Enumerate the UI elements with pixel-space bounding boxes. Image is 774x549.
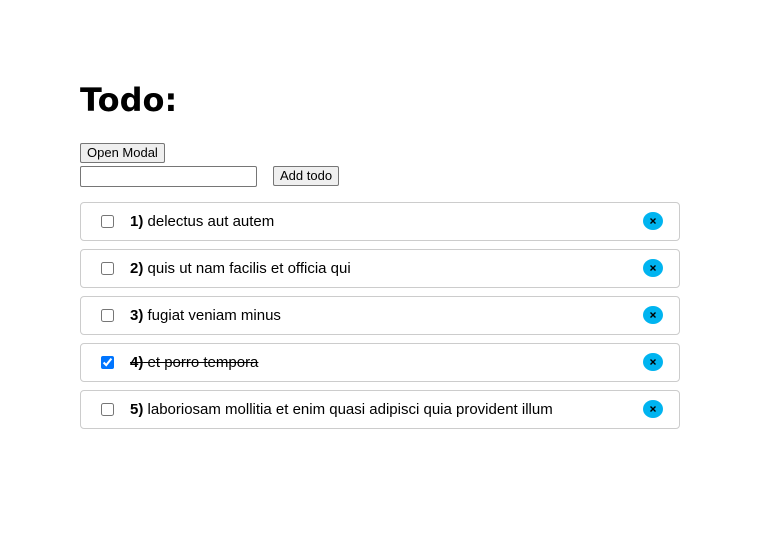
close-icon (650, 406, 656, 412)
todo-item: 4) et porro tempora (80, 343, 680, 382)
todo-number: 1) (130, 213, 144, 230)
todo-number: 5) (130, 401, 144, 418)
todo-text: 3) fugiat veniam minus (130, 307, 281, 324)
todo-label: fugiat veniam minus (147, 307, 281, 324)
delete-todo-button[interactable] (643, 353, 663, 371)
todo-item: 2) quis ut nam facilis et officia qui (80, 249, 680, 288)
todo-checkbox[interactable] (101, 403, 114, 416)
page: Todo: Open Modal Add todo 1) delectus au… (0, 0, 774, 549)
todo-number: 4) (130, 354, 144, 371)
close-icon (650, 265, 656, 271)
delete-todo-button[interactable] (643, 306, 663, 324)
todo-number: 3) (130, 307, 144, 324)
todo-item: 5) laboriosam mollitia et enim quasi adi… (80, 390, 680, 429)
todo-text: 2) quis ut nam facilis et officia qui (130, 260, 351, 277)
todo-checkbox[interactable] (101, 356, 114, 369)
delete-todo-button[interactable] (643, 259, 663, 277)
controls: Open Modal Add todo (80, 142, 680, 187)
todo-text: 5) laboriosam mollitia et enim quasi adi… (130, 401, 553, 418)
todo-label: quis ut nam facilis et officia qui (147, 260, 351, 277)
todo-label: et porro tempora (147, 354, 259, 371)
todo-item: 3) fugiat veniam minus (80, 296, 680, 335)
todo-text: 4) et porro tempora (130, 354, 258, 371)
add-todo-row: Add todo (80, 165, 680, 187)
add-todo-button[interactable]: Add todo (273, 166, 340, 186)
close-icon (650, 359, 656, 365)
todo-label: delectus aut autem (147, 213, 275, 230)
todo-input[interactable] (80, 165, 257, 187)
todo-list: 1) delectus aut autem 2) quis ut nam fac… (80, 202, 680, 429)
delete-todo-button[interactable] (643, 400, 663, 418)
todo-label: laboriosam mollitia et enim quasi adipis… (147, 401, 553, 418)
open-modal-button[interactable]: Open Modal (80, 143, 165, 163)
close-icon (650, 312, 656, 318)
todo-app: Todo: Open Modal Add todo 1) delectus au… (80, 80, 680, 437)
todo-checkbox[interactable] (101, 262, 114, 275)
page-title: Todo: (80, 81, 178, 119)
todo-checkbox[interactable] (101, 215, 114, 228)
close-icon (650, 218, 656, 224)
todo-number: 2) (130, 260, 144, 277)
todo-checkbox[interactable] (101, 309, 114, 322)
todo-text: 1) delectus aut autem (130, 213, 274, 230)
delete-todo-button[interactable] (643, 212, 663, 230)
todo-item: 1) delectus aut autem (80, 202, 680, 241)
